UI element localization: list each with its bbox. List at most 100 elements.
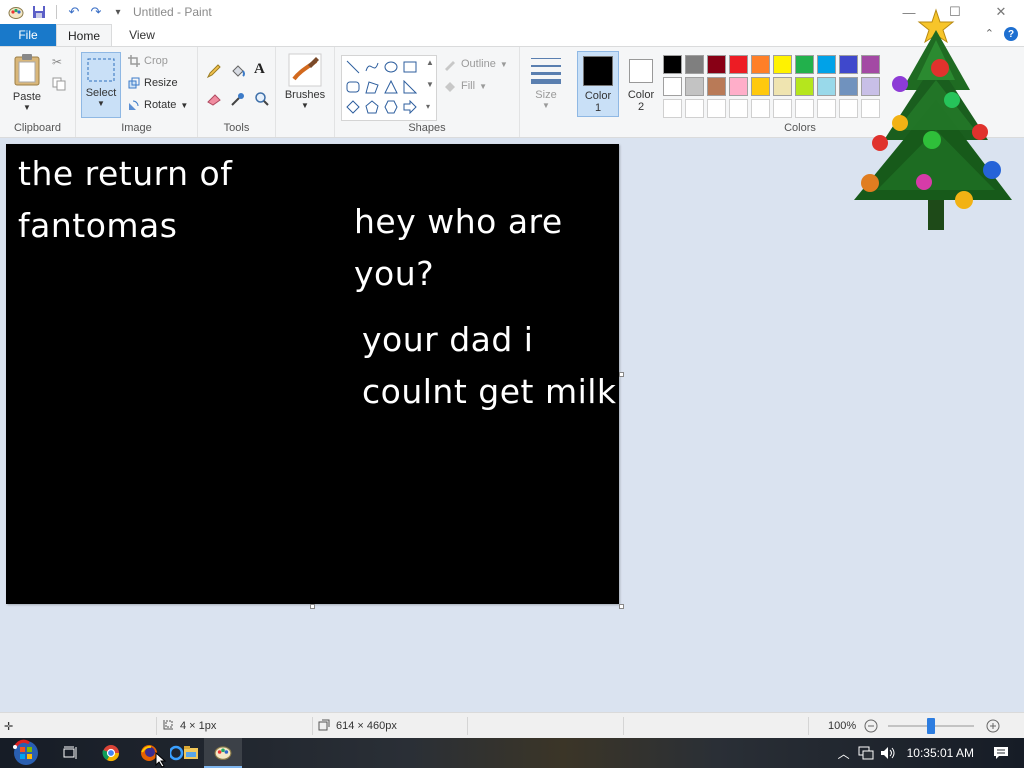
color2-button[interactable]: Color 2 [621,51,661,117]
palette-swatch[interactable] [707,99,726,118]
magnifier-icon[interactable] [254,91,270,107]
mouse-cursor-icon [155,751,167,768]
paint-app-icon[interactable] [8,4,24,20]
curve-shape-icon[interactable] [364,59,380,75]
scroll-down-icon[interactable]: ▼ [426,80,434,89]
palette-swatch[interactable] [707,55,726,74]
paste-button[interactable]: Paste ▼ [8,53,46,112]
palette-swatch[interactable] [773,77,792,96]
paste-label: Paste [12,91,42,103]
color-picker-icon[interactable] [230,91,246,107]
canvas-text-line: your dad i [362,320,534,359]
tools-group: A Tools [198,47,276,137]
polygon-shape-icon[interactable] [364,79,380,95]
redo-icon[interactable]: ↷ [87,3,105,21]
undo-icon[interactable]: ↶ [65,3,83,21]
palette-swatch[interactable] [685,77,704,96]
color1-label: Color [584,90,612,102]
color1-swatch [583,56,613,86]
drawing-canvas[interactable]: the return of fantomas hey who are you? … [6,144,619,604]
copy-icon[interactable] [52,77,66,91]
brushes-button[interactable]: Brushes ▼ [280,53,330,110]
zoom-out-button[interactable] [864,713,878,739]
selection-size-value: 4 × 1px [180,720,217,732]
select-button[interactable]: Select ▼ [81,52,121,118]
palette-swatch[interactable] [729,77,748,96]
zoom-slider-thumb[interactable] [927,718,935,734]
file-explorer-icon[interactable] [166,738,204,768]
action-center-icon[interactable] [990,746,1012,760]
right-triangle-shape-icon[interactable] [402,79,418,95]
fill-button[interactable]: Fill ▼ [443,79,487,93]
chrome-icon[interactable] [92,738,130,768]
volume-icon[interactable] [877,746,899,760]
palette-swatch[interactable] [751,55,770,74]
palette-swatch[interactable] [729,55,748,74]
tab-home[interactable]: Home [56,24,112,46]
show-hidden-icons-icon[interactable]: ︿ [833,745,855,762]
color1-button[interactable]: Color 1 [577,51,619,117]
canvas-text-line: coulnt get milk [362,372,617,411]
rectangle-shape-icon[interactable] [402,59,418,75]
status-separator [156,717,157,735]
cut-icon[interactable]: ✂ [52,55,62,69]
customize-qat-icon[interactable]: ▾ [109,3,127,21]
quick-access-toolbar: ↶ ↷ ▾ [30,3,127,21]
resize-button[interactable]: Resize [128,77,178,89]
start-button[interactable] [4,738,48,768]
eraser-icon[interactable] [206,91,222,107]
rotate-button[interactable]: Rotate ▼ [128,99,188,111]
palette-swatch[interactable] [729,99,748,118]
paint-taskbar-icon[interactable] [204,738,242,768]
size-button[interactable]: Size ▼ [526,55,566,110]
palette-swatch[interactable] [795,55,814,74]
network-icon[interactable] [855,746,877,760]
palette-swatch[interactable] [685,99,704,118]
scroll-up-icon[interactable]: ▲ [426,58,434,67]
palette-swatch[interactable] [795,77,814,96]
clock[interactable]: 10:35:01 AM [907,746,974,760]
rounded-rectangle-shape-icon[interactable] [345,79,361,95]
palette-swatch[interactable] [663,77,682,96]
palette-swatch[interactable] [817,55,836,74]
palette-swatch[interactable] [685,55,704,74]
resize-handle-corner[interactable] [619,604,624,609]
palette-swatch[interactable] [773,55,792,74]
task-view-icon[interactable] [52,738,90,768]
diamond-shape-icon[interactable] [345,99,361,115]
resize-handle-bottom[interactable] [310,604,315,609]
palette-swatch[interactable] [773,99,792,118]
resize-handle-right[interactable] [619,372,624,377]
canvas-text-line: hey who are [354,202,563,241]
palette-swatch[interactable] [663,55,682,74]
outline-button[interactable]: Outline ▼ [443,57,508,71]
chevron-down-icon: ▼ [542,101,550,110]
zoom-in-button[interactable] [986,713,1000,739]
tab-file[interactable]: File [0,24,56,46]
zoom-level: 100% [828,720,857,732]
crop-button[interactable]: Crop [128,55,168,67]
fill-bucket-icon[interactable] [230,63,246,79]
text-tool-icon[interactable]: A [254,61,265,78]
window-title: Untitled - Paint [133,5,212,19]
palette-swatch[interactable] [751,77,770,96]
right-arrow-shape-icon[interactable] [402,99,418,115]
palette-swatch[interactable] [817,99,836,118]
triangle-shape-icon[interactable] [383,79,399,95]
pencil-icon[interactable] [206,63,222,79]
palette-swatch[interactable] [795,99,814,118]
pentagon-shape-icon[interactable] [364,99,380,115]
taskbar: ︿ 10:35:01 AM [0,738,1024,768]
canvas-text-line: the return of [18,154,233,193]
palette-swatch[interactable] [751,99,770,118]
hexagon-shape-icon[interactable] [383,99,399,115]
line-shape-icon[interactable] [345,59,361,75]
palette-swatch[interactable] [663,99,682,118]
status-separator [808,717,809,735]
expand-gallery-icon[interactable]: ▾ [426,102,430,111]
tab-view[interactable]: View [114,24,170,46]
palette-swatch[interactable] [817,77,836,96]
oval-shape-icon[interactable] [383,59,399,75]
palette-swatch[interactable] [707,77,726,96]
save-icon[interactable] [30,3,48,21]
